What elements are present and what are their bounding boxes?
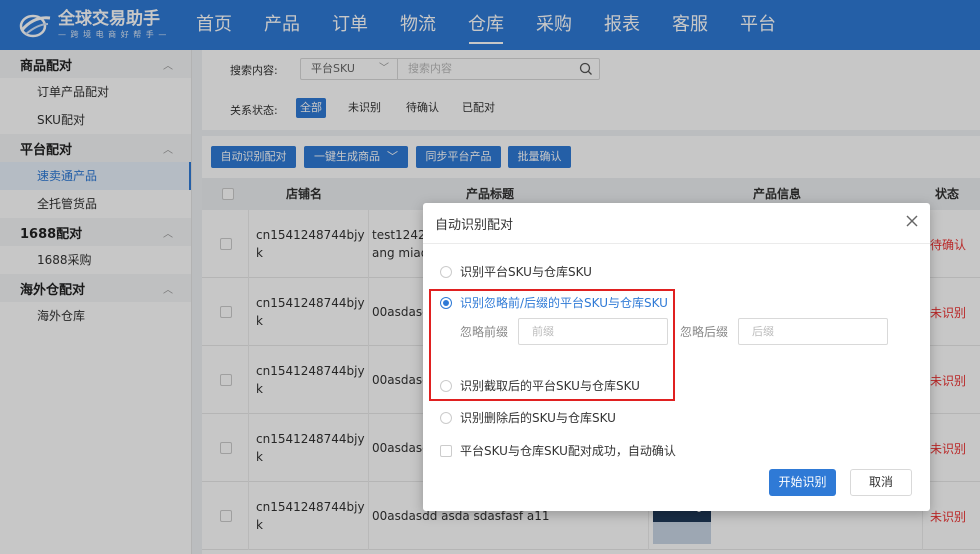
- ignore-suffix-label: 忽略后缀: [680, 325, 729, 339]
- auto-confirm-checkbox[interactable]: [440, 444, 452, 457]
- prefix-input[interactable]: 前缀: [518, 318, 668, 345]
- start-recognize-button[interactable]: 开始识别: [769, 469, 836, 496]
- cancel-button[interactable]: 取消: [850, 469, 912, 496]
- option-deleted-sku[interactable]: 识别删除后的SKU与仓库SKU: [440, 409, 616, 426]
- option-ignore-prefix-suffix[interactable]: 识别忽略前/后缀的平台SKU与仓库SKU: [440, 294, 668, 311]
- option-label: 识别删除后的SKU与仓库SKU: [460, 411, 616, 425]
- radio-button-selected[interactable]: [440, 296, 452, 309]
- option-label: 识别平台SKU与仓库SKU: [460, 265, 592, 279]
- dialog-divider: [423, 243, 930, 244]
- dialog-title: 自动识别配对: [435, 218, 514, 233]
- ignore-prefix-label: 忽略前缀: [460, 325, 509, 339]
- auto-confirm-label: 平台SKU与仓库SKU配对成功，自动确认: [460, 444, 676, 458]
- radio-button[interactable]: [440, 265, 452, 278]
- option-label: 识别截取后的平台SKU与仓库SKU: [460, 379, 640, 393]
- radio-button[interactable]: [440, 379, 452, 392]
- auto-recognize-dialog: 自动识别配对 识别平台SKU与仓库SKU 识别忽略前/后缀的平台SKU与仓库SK…: [423, 203, 930, 511]
- option-truncated-sku[interactable]: 识别截取后的平台SKU与仓库SKU: [440, 377, 640, 394]
- radio-button[interactable]: [440, 411, 452, 424]
- auto-confirm-option[interactable]: 平台SKU与仓库SKU配对成功，自动确认: [440, 442, 676, 459]
- option-label: 识别忽略前/后缀的平台SKU与仓库SKU: [460, 296, 668, 310]
- suffix-input[interactable]: 后缀: [738, 318, 888, 345]
- close-icon[interactable]: [904, 213, 920, 229]
- option-platform-vs-warehouse-sku[interactable]: 识别平台SKU与仓库SKU: [440, 263, 592, 280]
